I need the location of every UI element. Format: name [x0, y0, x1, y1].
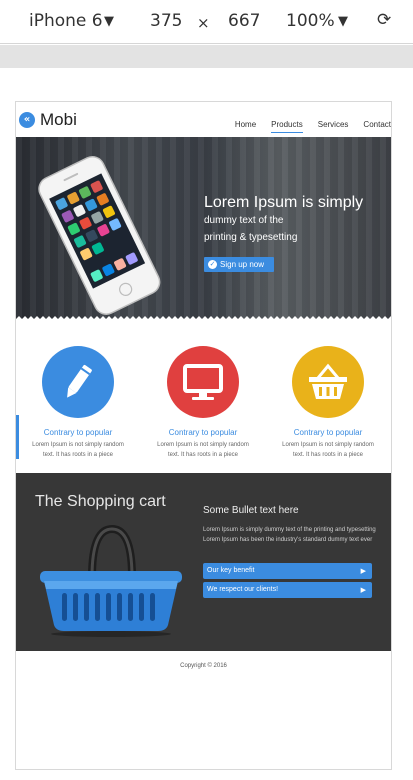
- feature-title[interactable]: Contrary to popular: [141, 428, 265, 437]
- feature-card: Contrary to popular Lorem Ipsum is not s…: [266, 346, 390, 460]
- feature-circle[interactable]: [167, 346, 239, 418]
- feature-description: Lorem Ipsum is not simply random text. I…: [282, 442, 374, 458]
- device-toolbar: iPhone 6 ▼ 375 × 667 100% ▼ ⟳: [0, 0, 413, 44]
- play-arrow-icon: ▶: [360, 586, 366, 594]
- hero-subtitle-line2: printing & typesetting: [204, 232, 298, 243]
- nav-services[interactable]: Services: [318, 120, 349, 133]
- hero-title: Lorem Ipsum is simply: [204, 194, 364, 211]
- feature-description: Lorem Ipsum is not simply random text. I…: [32, 442, 124, 458]
- key-benefit-label: Our key benefit: [207, 567, 255, 574]
- device-dropdown-icon[interactable]: ▼: [104, 14, 114, 29]
- device-viewport: « Mobi Home Products Services Contact Lo…: [15, 101, 392, 770]
- nav-contact[interactable]: Contact: [363, 120, 391, 133]
- rotate-icon[interactable]: ⟳: [377, 10, 391, 30]
- cart-title: The Shopping cart: [35, 493, 166, 510]
- height-field[interactable]: 667: [228, 11, 260, 31]
- device-select[interactable]: iPhone 6: [29, 11, 103, 31]
- width-field[interactable]: 375: [150, 11, 182, 31]
- features-section: Contrary to popular Lorem Ipsum is not s…: [16, 321, 391, 473]
- play-arrow-icon: ▶: [360, 567, 366, 575]
- iphone-image: [38, 156, 161, 315]
- feature-description: Lorem Ipsum is not simply random text. I…: [157, 442, 249, 458]
- zoom-dropdown-icon[interactable]: ▼: [338, 14, 348, 29]
- shopping-cart-section: The Shopping cart Some Bullet text here …: [16, 473, 391, 651]
- respect-clients-label: We respect our clients!: [207, 586, 279, 593]
- site-footer: Copyright © 2016: [16, 651, 391, 769]
- site-header: « Mobi Home Products Services Contact: [16, 102, 391, 137]
- monitor-icon: [183, 364, 223, 400]
- signup-button[interactable]: ✓ Sign up now: [204, 257, 274, 272]
- logo-text[interactable]: Mobi: [40, 110, 77, 130]
- check-icon: ✓: [208, 260, 217, 269]
- signup-button-label: Sign up now: [220, 260, 265, 269]
- zoom-select[interactable]: 100%: [286, 11, 335, 31]
- media-query-bar: [0, 45, 413, 68]
- feature-title[interactable]: Contrary to popular: [266, 428, 390, 437]
- hero-banner: Lorem Ipsum is simply dummy text of the …: [16, 137, 391, 321]
- pencil-icon: [67, 364, 92, 398]
- copyright-text: Copyright © 2016: [180, 663, 227, 669]
- feature-circle[interactable]: [42, 346, 114, 418]
- feature-card: Contrary to popular Lorem Ipsum is not s…: [141, 346, 265, 460]
- bullet-description: Lorem Ipsum is simply dummy text of the …: [203, 527, 376, 543]
- bullet-title: Some Bullet text here: [203, 505, 299, 516]
- dimension-separator: ×: [197, 14, 210, 32]
- feature-title[interactable]: Contrary to popular: [16, 428, 140, 437]
- nav-home[interactable]: Home: [235, 120, 256, 133]
- feature-card: Contrary to popular Lorem Ipsum is not s…: [16, 346, 140, 460]
- feature-circle[interactable]: [292, 346, 364, 418]
- respect-clients-button[interactable]: We respect our clients! ▶: [203, 582, 372, 598]
- key-benefit-button[interactable]: Our key benefit ▶: [203, 563, 372, 579]
- hero-subtitle-line1: dummy text of the: [204, 215, 284, 226]
- logo-icon[interactable]: «: [19, 112, 35, 128]
- main-nav: Home Products Services Contact: [220, 120, 391, 133]
- basket-icon: [309, 363, 347, 399]
- shopping-basket-image: [40, 525, 182, 637]
- nav-products[interactable]: Products: [271, 120, 303, 133]
